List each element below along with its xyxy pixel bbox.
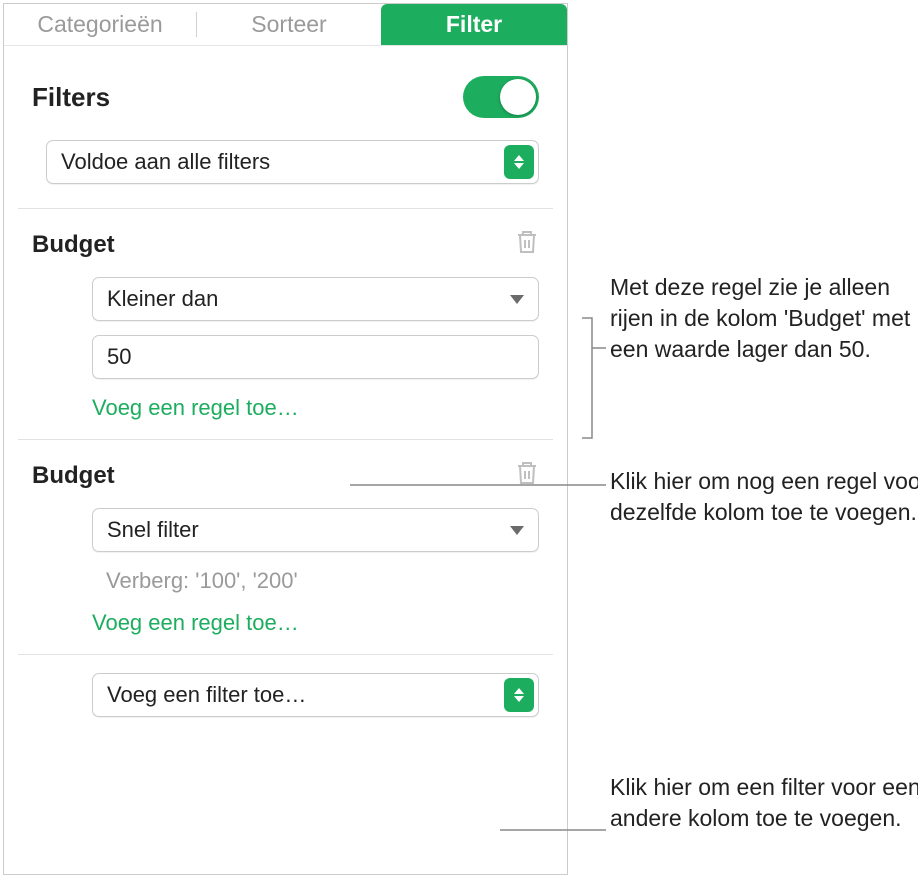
filters-header: Filters [4,46,567,128]
updown-icon [504,145,534,179]
chevron-down-icon [510,295,524,304]
rule-type-label: Snel filter [107,517,199,543]
toggle-knob [500,79,536,115]
filters-toggle[interactable] [463,76,539,118]
add-rule-link[interactable]: Voeg een regel toe… [92,610,539,636]
callout-add-filter: Klik hier om een filter voor een andere … [610,772,918,834]
tab-filter[interactable]: Filter [381,4,567,45]
trash-icon[interactable] [515,460,539,492]
add-filter-select[interactable]: Voeg een filter toe… [92,673,539,717]
match-filters-row: Voldoe aan alle filters [4,128,567,208]
chevron-down-icon [510,526,524,535]
rule-value-input[interactable] [92,335,539,379]
trash-icon[interactable] [515,229,539,261]
filter-group-header: Budget [4,209,567,267]
quick-filter-values: Verberg: '100', '200' [92,566,539,610]
tab-sort[interactable]: Sorteer [197,4,381,45]
match-filters-label: Voldoe aan alle filters [61,149,270,175]
filter-rule-block: Kleiner dan Voeg een regel toe… [4,267,567,439]
filters-title: Filters [32,82,110,113]
rule-type-dropdown[interactable]: Snel filter [92,508,539,552]
add-filter-row: Voeg een filter toe… [4,655,567,737]
match-filters-select[interactable]: Voldoe aan alle filters [46,140,539,184]
callout-add-rule: Klik hier om nog een regel voor dezelfde… [610,466,918,528]
updown-icon [504,678,534,712]
add-rule-link[interactable]: Voeg een regel toe… [92,395,539,421]
rule-type-dropdown[interactable]: Kleiner dan [92,277,539,321]
add-filter-label: Voeg een filter toe… [107,682,306,708]
rule-type-label: Kleiner dan [107,286,218,312]
callout-rule-description: Met deze regel zie je alleen rijen in de… [610,272,918,365]
filter-group-column: Budget [32,231,115,259]
tabs-bar: Categorieën Sorteer Filter [4,4,567,46]
filter-group-column: Budget [32,462,115,490]
tab-categories[interactable]: Categorieën [4,4,196,45]
filter-group-header: Budget [4,440,567,498]
filter-panel: Categorieën Sorteer Filter Filters Voldo… [3,3,568,875]
filter-rule-block: Snel filter Verberg: '100', '200' Voeg e… [4,498,567,654]
